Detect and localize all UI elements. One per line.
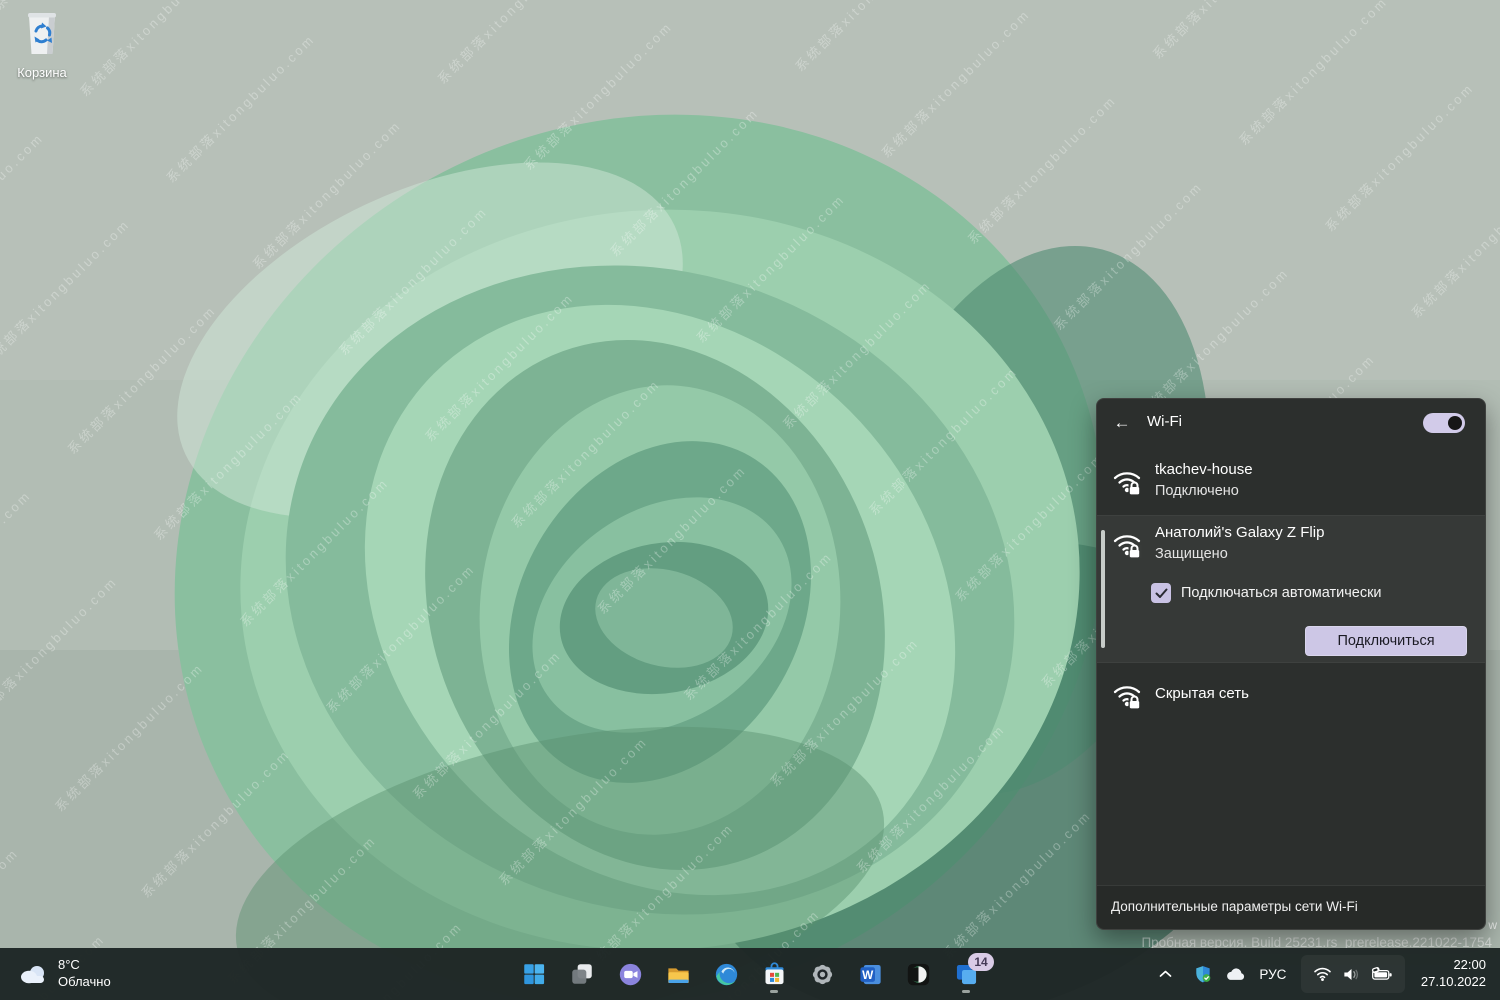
taskbar: 8°C Облачно	[0, 948, 1500, 1000]
language-indicator[interactable]: РУС	[1251, 956, 1295, 992]
chevron-up-icon	[1159, 970, 1172, 978]
hidden-icons-button[interactable]	[1151, 956, 1181, 992]
auto-connect-label: Подключаться автоматически	[1181, 585, 1382, 601]
onedrive-tray-button[interactable]	[1219, 956, 1251, 992]
wifi-secured-icon	[1111, 528, 1143, 560]
wifi-flyout-panel: ← Wi-Fi tkachev-house Подключено	[1096, 398, 1486, 930]
onedrive-cloud-icon	[1224, 966, 1246, 982]
security-tray-button[interactable]	[1187, 956, 1219, 992]
clock[interactable]: 22:00 27.10.2022	[1411, 957, 1500, 991]
connect-button[interactable]: Подключиться	[1305, 626, 1467, 656]
cloudy-weather-icon	[18, 962, 50, 986]
theme-contrast-icon	[905, 961, 932, 988]
wifi-toggle[interactable]	[1423, 413, 1465, 433]
theme-app-button[interactable]	[898, 954, 938, 994]
auto-connect-option[interactable]: Подключаться автоматически	[1151, 582, 1382, 604]
system-tray: РУС	[1151, 948, 1500, 1000]
microsoft-store-icon	[761, 961, 788, 988]
battery-icon	[1371, 966, 1393, 982]
network-item-connected[interactable]: tkachev-house Подключено	[1097, 455, 1485, 513]
screenshot-app-button[interactable]: 14	[946, 954, 986, 994]
more-wifi-settings-label: Дополнительные параметры сети Wi-Fi	[1111, 899, 1358, 914]
more-wifi-settings-link[interactable]: Дополнительные параметры сети Wi-Fi	[1097, 885, 1485, 929]
wifi-panel-title: Wi-Fi	[1147, 413, 1182, 430]
network-name: Анатолий's Galaxy Z Flip	[1155, 524, 1324, 541]
edge-button[interactable]	[706, 954, 746, 994]
wifi-secured-icon	[1111, 465, 1143, 497]
word-button[interactable]: W	[850, 954, 890, 994]
recycle-bin-label: Корзина	[8, 65, 76, 80]
tray-time: 22:00	[1421, 957, 1486, 974]
running-indicator	[770, 990, 778, 993]
wifi-panel-header: ← Wi-Fi	[1097, 399, 1485, 447]
recycle-bin-icon[interactable]: Корзина	[8, 8, 76, 80]
wifi-toggle-knob	[1448, 416, 1462, 430]
settings-button[interactable]	[802, 954, 842, 994]
windows-logo-icon	[521, 961, 547, 987]
network-status: Подключено	[1155, 483, 1239, 499]
svg-text:W: W	[862, 968, 874, 982]
checkmark-icon	[1155, 588, 1168, 599]
file-explorer-icon	[665, 961, 692, 988]
settings-gear-icon	[809, 961, 836, 988]
file-explorer-button[interactable]	[658, 954, 698, 994]
edge-browser-icon	[713, 961, 740, 988]
back-arrow-icon: ←	[1114, 413, 1131, 433]
tray-date: 27.10.2022	[1421, 974, 1486, 991]
word-icon: W	[857, 961, 884, 988]
start-button[interactable]	[514, 954, 554, 994]
desktop: 系统部落xitongbuluo.com系统部落xitongbuluo.com系统…	[0, 0, 1500, 1000]
build-watermark-fragment: w	[1488, 918, 1497, 932]
running-indicator	[962, 990, 970, 993]
network-item-hidden[interactable]: Скрытая сеть	[1097, 675, 1485, 719]
quick-settings-button[interactable]	[1301, 955, 1405, 993]
weather-condition: Облачно	[58, 974, 111, 991]
taskbar-app-icons: W 14	[514, 948, 986, 1000]
task-view-button[interactable]	[562, 954, 602, 994]
scrollbar-thumb[interactable]	[1101, 530, 1105, 648]
chat-camera-icon	[617, 961, 644, 988]
network-name: Скрытая сеть	[1155, 685, 1249, 702]
notification-badge: 14	[968, 953, 994, 971]
weather-widget[interactable]: 8°C Облачно	[10, 948, 119, 1000]
store-button[interactable]	[754, 954, 794, 994]
auto-connect-checkbox[interactable]	[1151, 583, 1171, 603]
weather-text: 8°C Облачно	[58, 957, 111, 991]
network-item-expanded[interactable]: Анатолий's Galaxy Z Flip Защищено Подклю…	[1097, 515, 1485, 663]
chat-button[interactable]	[610, 954, 650, 994]
wifi-secured-icon	[1111, 679, 1143, 711]
back-button[interactable]: ←	[1107, 409, 1137, 437]
wifi-tray-icon	[1313, 966, 1332, 982]
network-status: Защищено	[1155, 546, 1228, 562]
security-shield-icon	[1193, 964, 1213, 984]
volume-icon	[1342, 966, 1361, 983]
weather-temperature: 8°C	[58, 957, 111, 974]
task-view-icon	[569, 961, 595, 987]
recycle-bin-glyph	[19, 8, 65, 58]
network-name: tkachev-house	[1155, 461, 1253, 478]
